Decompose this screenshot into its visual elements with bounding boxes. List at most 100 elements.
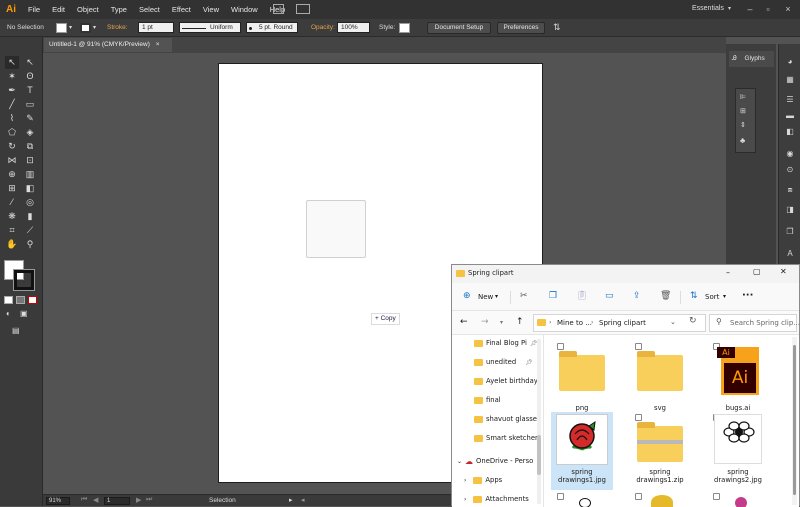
new-button[interactable]: New: [478, 293, 493, 301]
menu-file[interactable]: File: [22, 5, 46, 14]
nav-item[interactable]: Ayelet birthday: [474, 374, 538, 388]
back-arrow-icon[interactable]: ←: [460, 317, 468, 327]
preferences-button[interactable]: Preferences: [497, 22, 545, 34]
paintbrush-tool-icon[interactable]: ⌇: [5, 112, 19, 125]
chevron-down-icon[interactable]: ▾: [69, 24, 72, 31]
color-panel-icon[interactable]: ◕: [783, 56, 797, 68]
stroke-swatch[interactable]: [80, 23, 91, 33]
file-item-folder[interactable]: png: [551, 341, 613, 416]
maximize-icon[interactable]: ▫: [762, 3, 774, 15]
close-tab-icon[interactable]: ×: [156, 41, 160, 48]
paste-icon[interactable]: 📋︎: [576, 291, 587, 301]
opacity-field[interactable]: 100%: [337, 22, 370, 33]
screen-mode-icon[interactable]: ▣: [20, 309, 28, 318]
prev-artboard-icon[interactable]: ◀: [93, 496, 98, 504]
shape-builder-tool-icon[interactable]: ⊕: [5, 168, 19, 181]
workspace-switcher[interactable]: Essentials: [692, 5, 724, 12]
menu-effect[interactable]: Effect: [166, 5, 197, 14]
scale-tool-icon[interactable]: ⧉: [23, 140, 37, 153]
first-artboard-icon[interactable]: ⏮: [81, 496, 87, 504]
menu-window[interactable]: Window: [225, 5, 264, 14]
forward-arrow-icon[interactable]: →: [481, 317, 489, 327]
file-item-ai[interactable]: Ai Ai bugs.ai: [707, 341, 769, 416]
arrange-documents-icon[interactable]: [296, 4, 310, 14]
hand-tool-icon[interactable]: ✋: [5, 238, 19, 251]
glyphs-panel-tab[interactable]: Ꭿ Glyphs: [729, 51, 774, 67]
menu-select[interactable]: Select: [133, 5, 166, 14]
document-tab[interactable]: Untitled-1 @ 91% (CMYK/Preview) ×: [44, 38, 172, 52]
artboard-tool-icon[interactable]: ⌗: [5, 224, 19, 237]
transparency-icon[interactable]: ⊙: [783, 164, 797, 176]
free-transform-tool-icon[interactable]: ⊡: [23, 154, 37, 167]
mesh-tool-icon[interactable]: ⊞: [5, 182, 19, 195]
item-checkbox[interactable]: [713, 493, 720, 500]
delete-icon[interactable]: 🗑︎: [660, 291, 671, 301]
color-mode-icon[interactable]: [4, 296, 13, 304]
nav-item[interactable]: Smart sketcher: [474, 431, 538, 445]
more-options-button[interactable]: ···: [742, 290, 753, 301]
item-checkbox[interactable]: [635, 414, 642, 421]
gradient-panel-icon[interactable]: ◉: [783, 148, 797, 160]
symbol-sprayer-tool-icon[interactable]: ❋: [5, 210, 19, 223]
nav-scrollbar[interactable]: [537, 339, 541, 504]
none-mode-icon[interactable]: [28, 296, 37, 304]
column-graph-tool-icon[interactable]: ▮: [23, 210, 37, 223]
chevron-down-icon[interactable]: ⌄: [670, 318, 676, 326]
opacity-label[interactable]: Opacity:: [311, 24, 335, 31]
bridge-icon[interactable]: [273, 4, 284, 14]
symbols-icon[interactable]: ♣: [740, 136, 745, 145]
nav-item[interactable]: final: [474, 393, 501, 407]
recent-locations-icon[interactable]: ▾: [500, 319, 503, 326]
sort-button[interactable]: Sort: [705, 293, 719, 301]
chevron-down-icon[interactable]: ▾: [728, 5, 731, 12]
pen-tool-icon[interactable]: ✒: [5, 84, 19, 97]
zoom-tool-icon[interactable]: ⚲: [23, 238, 37, 251]
type-tool-icon[interactable]: T: [23, 84, 37, 97]
graphic-styles-icon[interactable]: ◨: [783, 204, 797, 216]
scroll-left-icon[interactable]: ◂: [301, 496, 305, 504]
shaper-tool-icon[interactable]: ⬠: [5, 126, 19, 139]
file-item-folder[interactable]: svg: [629, 341, 691, 416]
nav-item[interactable]: shavuot glasses: [474, 412, 541, 426]
lasso-tool-icon[interactable]: ʘ: [23, 70, 37, 83]
eraser-tool-icon[interactable]: ◈: [23, 126, 37, 139]
menu-view[interactable]: View: [197, 5, 225, 14]
nav-item-onedrive[interactable]: ⌄ ☁ OneDrive - Perso: [457, 454, 533, 468]
refresh-icon[interactable]: ↻: [689, 316, 697, 326]
appearance-icon[interactable]: ⧈: [783, 184, 797, 196]
item-checkbox[interactable]: [557, 493, 564, 500]
fill-swatch[interactable]: [56, 23, 67, 33]
style-swatch[interactable]: [399, 23, 410, 33]
stroke-label[interactable]: Stroke:: [107, 24, 128, 31]
gradient-mode-icon[interactable]: [16, 296, 25, 304]
nav-item[interactable]: unedited 📌︎: [474, 355, 533, 369]
file-item-image[interactable]: spring drawings2.jpg: [707, 412, 769, 490]
pathfinder-icon[interactable]: ⇕: [740, 121, 746, 129]
transform-icon[interactable]: ⊞: [740, 107, 746, 115]
next-artboard-icon[interactable]: ▶: [136, 496, 141, 504]
direct-selection-tool-icon[interactable]: ↖: [23, 56, 37, 69]
breadcrumb-parent[interactable]: Mine to ...: [557, 319, 592, 327]
align-icon[interactable]: ⊫: [740, 93, 746, 101]
menu-edit[interactable]: Edit: [46, 5, 71, 14]
zoom-field[interactable]: 91%: [46, 497, 70, 505]
minimize-icon[interactable]: –: [726, 268, 730, 277]
menu-type[interactable]: Type: [105, 5, 133, 14]
stroke-panel-icon[interactable]: ◧: [783, 126, 797, 138]
eyedropper-tool-icon[interactable]: ⁄: [5, 196, 19, 209]
sort-icon[interactable]: ⇅: [690, 291, 698, 301]
magic-wand-tool-icon[interactable]: ✶: [5, 70, 19, 83]
close-icon[interactable]: ✕: [780, 267, 787, 276]
rectangle-tool-icon[interactable]: ▭: [23, 98, 37, 111]
item-checkbox[interactable]: [635, 343, 642, 350]
stroke-weight-field[interactable]: 1 pt: [138, 22, 174, 33]
swatches-icon[interactable]: ☰: [783, 94, 797, 106]
arrange-icon[interactable]: ⇅: [553, 22, 561, 33]
chevron-down-icon[interactable]: ▾: [723, 293, 726, 300]
rotate-tool-icon[interactable]: ↻: [5, 140, 19, 153]
drawing-mode-icon[interactable]: ◐: [6, 309, 11, 318]
nav-item[interactable]: › Attachments: [464, 492, 529, 506]
cut-icon[interactable]: ✂: [520, 291, 528, 301]
content-scrollbar-thumb[interactable]: [793, 345, 796, 495]
layers-icon[interactable]: ❐: [783, 226, 797, 238]
